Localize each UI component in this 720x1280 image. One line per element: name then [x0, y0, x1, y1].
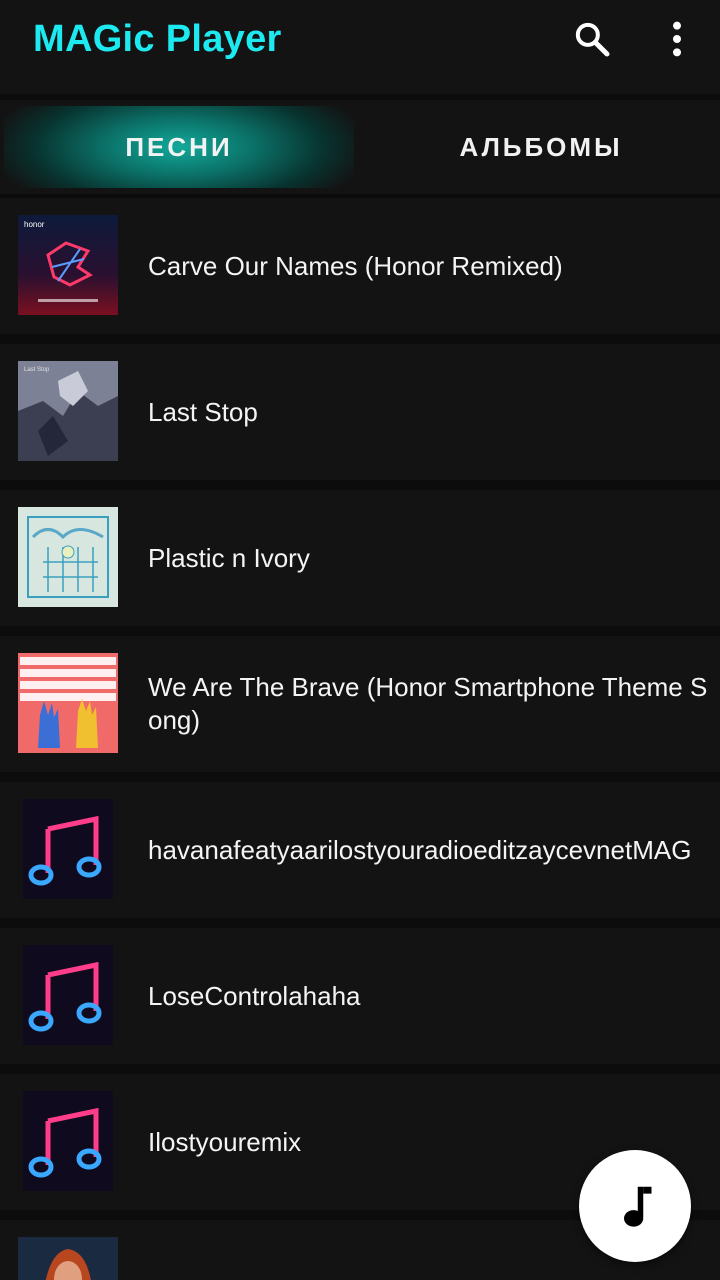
svg-text:Last Stop: Last Stop [24, 367, 50, 373]
song-title: LoseControlahaha [148, 980, 361, 1011]
song-row[interactable]: Last Stop Last Stop [0, 344, 720, 480]
song-row[interactable]: havanafeatyaarilostyouradioeditzaycevnet… [0, 782, 720, 918]
song-title: havanafeatyaarilostyouradioeditzaycevnet… [148, 834, 692, 865]
album-cover [18, 1091, 118, 1191]
more-vert-icon [673, 21, 681, 57]
tab-songs[interactable]: ПЕСНИ [4, 106, 354, 188]
song-row[interactable]: We Are The Brave (Honor Smartphone Theme… [0, 636, 720, 772]
music-note-icon [624, 1186, 652, 1227]
app-bar: MAGic Player [0, 0, 720, 94]
search-icon [575, 22, 610, 57]
song-row[interactable]: honor Carve Our Names (Honor Remixed) [0, 198, 720, 334]
album-cover: Last Stop [18, 361, 118, 461]
search-button[interactable] [570, 17, 614, 61]
album-cover [18, 653, 118, 753]
album-cover [18, 945, 118, 1045]
app-title: MAGic Player [33, 18, 282, 60]
album-cover [18, 1237, 118, 1280]
album-cover: honor [18, 215, 118, 315]
song-title: Carve Our Names (Honor Remixed) [148, 250, 563, 281]
song-title: We Are The Brave (Honor Smartphone Theme… [148, 672, 708, 735]
song-row[interactable]: LoseControlahaha [0, 928, 720, 1064]
album-cover [18, 507, 118, 607]
more-options-button[interactable] [655, 17, 699, 61]
song-row[interactable]: Plastic n Ivory [0, 490, 720, 626]
svg-text:honor: honor [24, 220, 45, 229]
now-playing-button[interactable] [579, 1150, 691, 1262]
tab-bar: ПЕСНИ АЛЬБОМЫ [0, 100, 720, 194]
song-title: Last Stop [148, 396, 258, 427]
album-cover [18, 799, 118, 899]
tab-albums[interactable]: АЛЬБОМЫ [366, 106, 716, 188]
song-title: Plastic n Ivory [148, 542, 310, 573]
